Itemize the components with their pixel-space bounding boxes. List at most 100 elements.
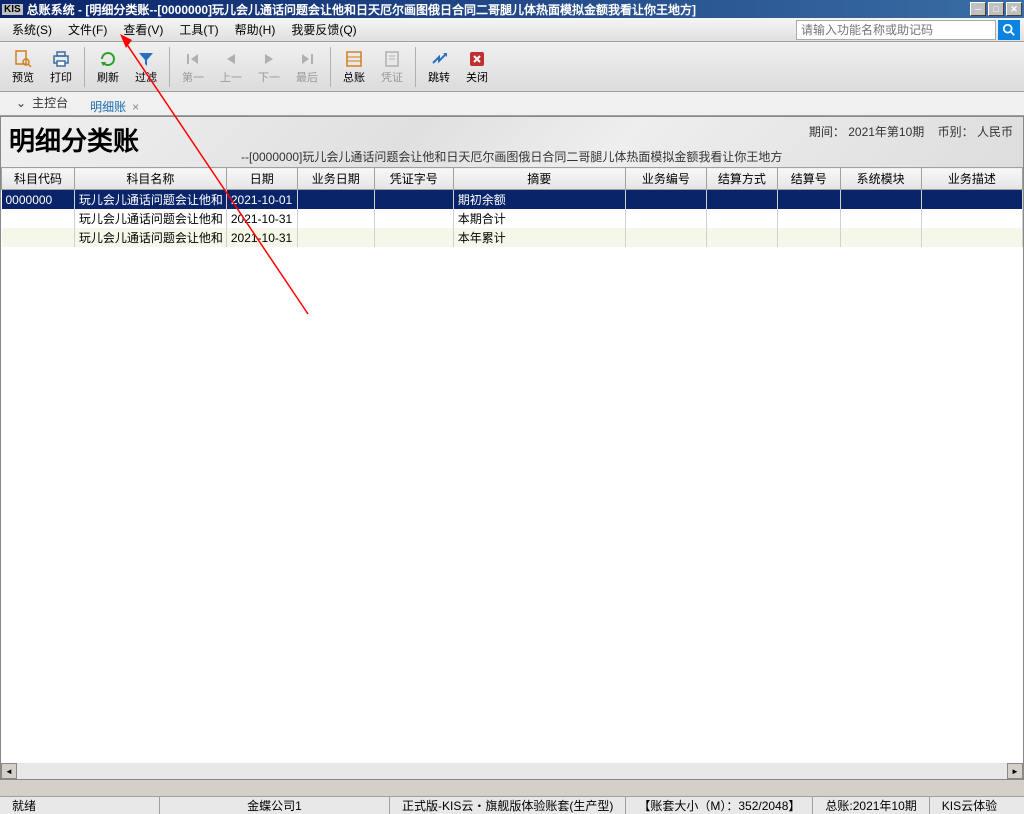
column-header[interactable]: 业务编号 bbox=[625, 168, 706, 190]
status-size: 【账套大小（M）：352/2048】 bbox=[626, 797, 813, 814]
printer-icon bbox=[51, 49, 71, 69]
toolbar-separator bbox=[84, 47, 85, 87]
toolbar-filter-button[interactable]: 过滤 bbox=[127, 44, 165, 90]
page-subtitle: --[0000000]玩儿会儿通话问题会让他和日天厄尔画图俄日合同二哥腿儿体热面… bbox=[241, 148, 782, 165]
table-row[interactable]: 玩儿会儿通话问题会让他和2021-10-31 本年累计 bbox=[2, 228, 1023, 247]
table-row[interactable]: 玩儿会儿通话问题会让他和2021-10-31本期合计 bbox=[2, 209, 1023, 228]
voucher-icon bbox=[382, 49, 402, 69]
column-header[interactable]: 业务描述 bbox=[921, 168, 1022, 190]
page-info: 期间： 2021年第10期 币别： 人民币 bbox=[809, 123, 1013, 140]
menu-item[interactable]: 文件(F) bbox=[60, 21, 115, 39]
column-header[interactable]: 摘要 bbox=[453, 168, 625, 190]
search-input[interactable] bbox=[796, 20, 996, 40]
data-grid[interactable]: 科目代码科目名称日期业务日期凭证字号摘要业务编号结算方式结算号系统模块业务描述0… bbox=[1, 167, 1023, 763]
toolbar-button-label: 第一 bbox=[182, 69, 204, 85]
table-cell bbox=[706, 190, 777, 210]
toolbar-button-label: 刷新 bbox=[97, 69, 119, 85]
toolbar-jump-button[interactable]: 跳转 bbox=[420, 44, 458, 90]
table-cell bbox=[625, 228, 706, 247]
toolbar: 预览打印刷新过滤第一上一下一最后总账凭证跳转关闭 bbox=[0, 42, 1024, 92]
scroll-right-button[interactable]: ► bbox=[1007, 763, 1023, 779]
close-button[interactable]: ✕ bbox=[1006, 2, 1022, 16]
menu-item[interactable]: 帮助(H) bbox=[227, 21, 284, 39]
table-cell: 2021-10-01 bbox=[226, 190, 297, 210]
toolbar-refresh-button[interactable]: 刷新 bbox=[89, 44, 127, 90]
toolbar-button-label: 总账 bbox=[343, 69, 365, 85]
chevron-down-icon: ⌄ bbox=[16, 96, 26, 110]
table-cell bbox=[374, 228, 453, 247]
table-cell bbox=[921, 209, 1022, 228]
tab-close-icon[interactable]: × bbox=[132, 100, 139, 114]
table-cell: 玩儿会儿通话问题会让他和 bbox=[74, 228, 226, 247]
table-cell bbox=[2, 228, 75, 247]
toolbar-button-label: 跳转 bbox=[428, 69, 450, 85]
table-cell: 本期合计 bbox=[453, 209, 625, 228]
menu-item[interactable]: 我要反馈(Q) bbox=[283, 21, 364, 39]
first-icon bbox=[183, 49, 203, 69]
main-console-label: 主控台 bbox=[32, 94, 68, 111]
tabbar: ⌄ 主控台 明细账× bbox=[0, 92, 1024, 116]
table-cell bbox=[2, 209, 75, 228]
toolbar-button-label: 下一 bbox=[258, 69, 280, 85]
prev-icon bbox=[221, 49, 241, 69]
table-cell bbox=[374, 190, 453, 210]
menu-item[interactable]: 工具(T) bbox=[171, 21, 226, 39]
scroll-track[interactable] bbox=[17, 763, 1007, 779]
toolbar-last-button: 最后 bbox=[288, 44, 326, 90]
toolbar-close-x-button[interactable]: 关闭 bbox=[458, 44, 496, 90]
scroll-left-button[interactable]: ◄ bbox=[1, 763, 17, 779]
table-cell: 本年累计 bbox=[453, 228, 625, 247]
maximize-button[interactable]: □ bbox=[988, 2, 1004, 16]
column-header[interactable]: 系统模块 bbox=[840, 168, 921, 190]
table-cell bbox=[625, 209, 706, 228]
column-header[interactable]: 业务日期 bbox=[297, 168, 374, 190]
column-header[interactable]: 结算方式 bbox=[706, 168, 777, 190]
table-cell bbox=[706, 228, 777, 247]
column-header[interactable]: 日期 bbox=[226, 168, 297, 190]
toolbar-ledger-button[interactable]: 总账 bbox=[335, 44, 373, 90]
toolbar-button-label: 预览 bbox=[12, 69, 34, 85]
tab-dropdown[interactable]: ⌄ 主控台 bbox=[6, 90, 78, 115]
menu-item[interactable]: 查看(V) bbox=[115, 21, 171, 39]
status-ledger: 总账:2021年10期 bbox=[813, 797, 929, 814]
column-header[interactable]: 凭证字号 bbox=[374, 168, 453, 190]
horizontal-scrollbar[interactable]: ◄ ► bbox=[1, 763, 1023, 779]
toolbar-first-button: 第一 bbox=[174, 44, 212, 90]
column-header[interactable]: 科目代码 bbox=[2, 168, 75, 190]
toolbar-next-button: 下一 bbox=[250, 44, 288, 90]
table-cell bbox=[777, 209, 840, 228]
status-ready: 就绪 bbox=[0, 797, 160, 814]
table-row[interactable]: 0000000玩儿会儿通话问题会让他和2021-10-01期初余额 bbox=[2, 190, 1023, 210]
toolbar-printer-button[interactable]: 打印 bbox=[42, 44, 80, 90]
table-cell: 2021-10-31 bbox=[226, 209, 297, 228]
refresh-icon bbox=[98, 49, 118, 69]
data-table: 科目代码科目名称日期业务日期凭证字号摘要业务编号结算方式结算号系统模块业务描述0… bbox=[1, 167, 1023, 247]
table-cell bbox=[777, 228, 840, 247]
toolbar-doc-magnify-button[interactable]: 预览 bbox=[4, 44, 42, 90]
next-icon bbox=[259, 49, 279, 69]
window-controls: ─ □ ✕ bbox=[970, 2, 1022, 16]
table-cell: 2021-10-31 bbox=[226, 228, 297, 247]
doc-magnify-icon bbox=[13, 49, 33, 69]
status-edition: KIS云体验 bbox=[930, 797, 1024, 814]
menu-item[interactable]: 系统(S) bbox=[4, 21, 60, 39]
column-header[interactable]: 科目名称 bbox=[74, 168, 226, 190]
last-icon bbox=[297, 49, 317, 69]
toolbar-separator bbox=[169, 47, 170, 87]
toolbar-button-label: 过滤 bbox=[135, 69, 157, 85]
toolbar-button-label: 最后 bbox=[296, 69, 318, 85]
jump-icon bbox=[429, 49, 449, 69]
table-cell: 玩儿会儿通话问题会让他和 bbox=[74, 190, 226, 210]
status-company: 金蝶公司1 bbox=[160, 797, 390, 814]
toolbar-button-label: 打印 bbox=[50, 69, 72, 85]
column-header[interactable]: 结算号 bbox=[777, 168, 840, 190]
table-cell bbox=[374, 209, 453, 228]
table-cell bbox=[706, 209, 777, 228]
menubar: 系统(S)文件(F)查看(V)工具(T)帮助(H)我要反馈(Q) bbox=[0, 18, 1024, 42]
table-cell bbox=[840, 190, 921, 210]
toolbar-button-label: 关闭 bbox=[466, 69, 488, 85]
toolbar-voucher-button: 凭证 bbox=[373, 44, 411, 90]
minimize-button[interactable]: ─ bbox=[970, 2, 986, 16]
search-button[interactable] bbox=[998, 20, 1020, 40]
status-version: 正式版-KIS云・旗舰版体验账套(生产型) bbox=[390, 797, 626, 814]
